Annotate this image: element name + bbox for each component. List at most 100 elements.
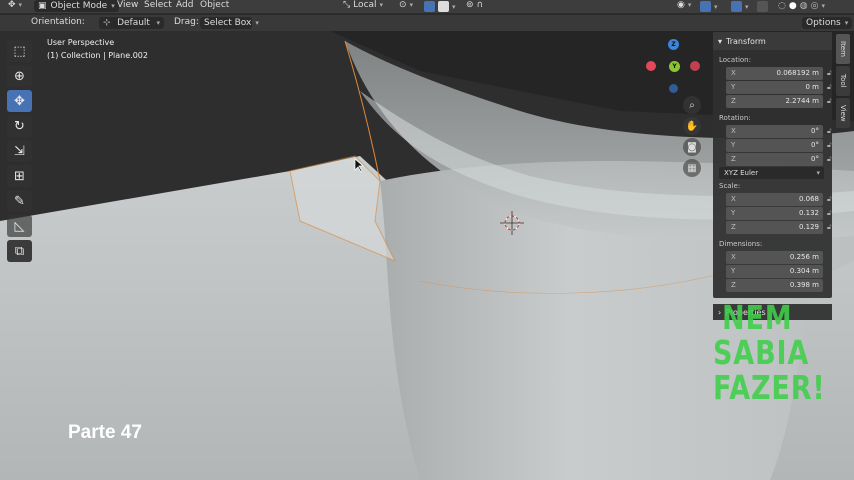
scale-x-row: X 0.068 🔓︎ — [726, 192, 832, 206]
dimensions-x-field[interactable]: X 0.256 m — [726, 250, 823, 264]
lock-icon[interactable]: 🔓︎ — [827, 209, 832, 218]
menu-view[interactable]: View — [117, 0, 138, 10]
snap-target-icon — [438, 1, 449, 12]
select-box-tool[interactable]: ⬚ — [7, 40, 32, 62]
pencil-icon: ✎ — [14, 193, 25, 209]
annotate-tool[interactable]: ✎ — [7, 190, 32, 212]
transform-tool[interactable]: ⊞ — [7, 165, 32, 187]
hand-icon: ✋ — [685, 120, 699, 132]
sidebar-tabs: Item Tool View — [836, 34, 850, 128]
rotation-mode-dropdown[interactable]: XYZ Euler ▾ — [719, 167, 824, 179]
transform-section-header[interactable]: ▾ Transform — [713, 32, 832, 50]
orientation-label: Orientation: — [31, 17, 85, 27]
chevron-down-icon: ▾ — [687, 1, 692, 9]
location-y-value: 0 m — [805, 83, 820, 91]
lock-icon[interactable]: 🔓︎ — [827, 223, 832, 232]
tab-tool[interactable]: Tool — [836, 66, 850, 96]
tool-settings-header: Orientation: ⊹ Default ▾ Drag: Select Bo… — [0, 15, 854, 31]
axis-label: X — [731, 195, 736, 203]
orientation-axis-icon: ⊹ — [103, 18, 111, 28]
dimensions-z-value: 0.398 m — [789, 281, 819, 289]
menu-add[interactable]: Add — [176, 0, 193, 10]
dimensions-y-value: 0.304 m — [789, 267, 819, 275]
overlay-toggle[interactable]: ▾ — [731, 1, 749, 12]
add-cube-tool[interactable]: ⧉ — [7, 240, 32, 262]
zoom-button[interactable]: ⌕ — [683, 96, 701, 114]
shading-modes[interactable]: ◌ ● ◍ ◎ ▾ — [778, 1, 825, 11]
chevron-down-icon: ▾ — [111, 2, 115, 10]
rotation-mode-value: XYZ Euler — [724, 169, 759, 177]
gizmo-z-axis[interactable]: Z — [668, 39, 679, 50]
lock-icon[interactable]: 🔓︎ — [827, 83, 832, 92]
scale-x-value: 0.068 — [798, 195, 819, 203]
rotation-x-field[interactable]: X 0° — [726, 124, 823, 138]
location-x-field[interactable]: X 0.068192 m — [726, 66, 823, 80]
rotate-tool[interactable]: ↻ — [7, 115, 32, 137]
magnet-icon — [424, 1, 435, 12]
tab-item[interactable]: Item — [836, 34, 850, 64]
lock-icon[interactable]: 🔓︎ — [827, 127, 832, 136]
rotation-x-row: X 0° 🔓︎ — [726, 124, 832, 138]
rotate-icon: ↻ — [14, 118, 25, 134]
chevron-down-icon: ▾ — [409, 1, 414, 9]
drag-dropdown[interactable]: Select Box ▾ — [200, 17, 259, 29]
viewport-perspective-label: User Perspective — [47, 38, 115, 47]
ortho-toggle-button[interactable]: ▦ — [683, 159, 701, 177]
overlay-icon — [731, 1, 742, 12]
axis-label: Z — [731, 155, 736, 163]
gizmo-neg-x-axis[interactable] — [646, 61, 656, 71]
transform-orientation-dropdown[interactable]: ⤡ Local ▾ — [343, 0, 383, 10]
dimensions-y-field[interactable]: Y 0.304 m — [726, 264, 823, 278]
snap-toggle[interactable]: ▾ — [424, 1, 456, 12]
lock-icon[interactable]: 🔓︎ — [827, 69, 832, 78]
move-tool[interactable]: ✥ — [7, 90, 32, 112]
orientation-dropdown[interactable]: ⊹ Default ▾ — [99, 17, 164, 29]
lock-icon[interactable]: 🔓︎ — [827, 97, 832, 106]
gizmo-y-axis[interactable]: Y — [669, 61, 680, 72]
rotation-z-field[interactable]: Z 0° — [726, 152, 823, 166]
scale-y-field[interactable]: Y 0.132 — [726, 206, 823, 220]
mode-dropdown[interactable]: ▣ Object Mode ▾ — [34, 0, 119, 12]
orientation-icon: ⤡ — [343, 0, 351, 10]
lock-icon[interactable]: 🔓︎ — [827, 155, 832, 164]
gizmo-neg-z-axis[interactable] — [669, 84, 678, 93]
location-z-field[interactable]: Z 2.2744 m — [726, 94, 823, 108]
move-arrows-icon: ✥ — [14, 93, 25, 109]
lock-icon[interactable]: 🔓︎ — [827, 195, 832, 204]
menu-select[interactable]: Select — [144, 0, 172, 10]
mode-label: Object Mode — [50, 1, 108, 11]
rendered-shading-icon: ◎ — [810, 1, 819, 11]
location-z-row: Z 2.2744 m 🔓︎ — [726, 94, 832, 108]
rotation-y-value: 0° — [811, 141, 819, 149]
tab-view[interactable]: View — [836, 98, 850, 128]
scale-x-field[interactable]: X 0.068 — [726, 192, 823, 206]
gizmo-x-axis[interactable] — [690, 61, 700, 71]
drag-label: Drag: — [174, 17, 199, 27]
xray-toggle[interactable] — [757, 1, 768, 12]
pivot-point-dropdown[interactable]: ⊙ ▾ — [399, 0, 413, 10]
cursor-tool[interactable]: ⊕ — [7, 65, 32, 87]
scale-tool[interactable]: ⇲ — [7, 140, 32, 162]
xray-icon — [757, 1, 768, 12]
options-dropdown[interactable]: Options ▾ — [802, 17, 853, 29]
dimensions-z-field[interactable]: Z 0.398 m — [726, 278, 823, 292]
visibility-dropdown[interactable]: ◉ ▾ — [677, 0, 691, 10]
chevron-down-icon: ▾ — [816, 169, 820, 177]
viewport-header: ✥ ▾ ▣ Object Mode ▾ View Select Add Objec… — [0, 0, 854, 13]
gizmo-toggle[interactable]: ▾ — [700, 1, 718, 12]
rotation-z-value: 0° — [811, 155, 819, 163]
location-label: Location: — [719, 56, 751, 64]
rotation-y-field[interactable]: Y 0° — [726, 138, 823, 152]
cube-icon: ▣ — [38, 1, 47, 11]
scale-z-field[interactable]: Z 0.129 — [726, 220, 823, 234]
menu-object[interactable]: Object — [200, 0, 229, 10]
chevron-down-icon: ▾ — [18, 1, 23, 9]
lock-icon[interactable]: 🔓︎ — [827, 141, 832, 150]
scale-z-row: Z 0.129 🔓︎ — [726, 220, 832, 234]
measure-tool[interactable]: ◺ — [7, 215, 32, 237]
proportional-edit-toggle[interactable]: ⊚ ∩ — [466, 0, 483, 10]
camera-view-button[interactable]: ◙ — [683, 138, 701, 156]
pan-button[interactable]: ✋ — [683, 117, 701, 135]
location-y-field[interactable]: Y 0 m — [726, 80, 823, 94]
editor-type-menu[interactable]: ✥ ▾ — [8, 0, 22, 10]
